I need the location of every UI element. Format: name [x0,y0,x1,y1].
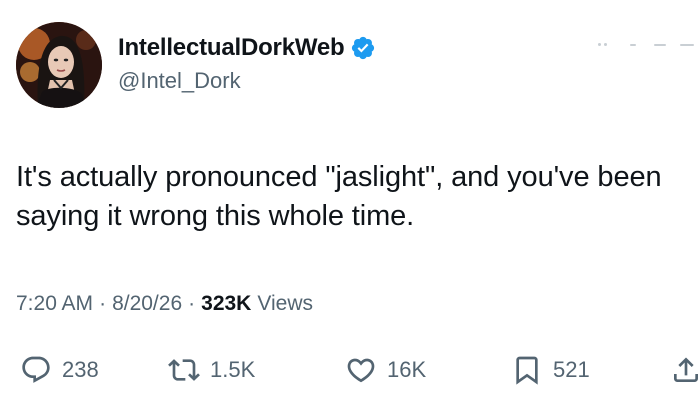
verified-badge-icon [352,36,375,60]
tweet-meta: 7:20 AM · 8/20/26 · 323K Views [16,292,313,316]
tweet-time[interactable]: 7:20 AM [16,292,93,316]
author-name-row: IntellectualDorkWeb [118,33,376,63]
reply-button[interactable]: 238 [20,350,99,390]
meta-separator: · [99,292,107,315]
action-bar: 238 1.5K 16K 521 [0,350,700,390]
share-icon [674,357,698,382]
more-options-icon[interactable] [596,36,700,56]
views-count: 323K [201,292,252,315]
retweet-count: 1.5K [210,357,256,382]
reply-icon [22,356,50,383]
meta-separator: · [188,292,196,315]
bookmark-count: 521 [553,357,590,382]
like-count: 16K [387,357,427,382]
retweet-icon [168,359,200,381]
avatar-image [16,22,102,108]
avatar[interactable] [16,22,102,108]
share-button[interactable] [670,350,700,390]
bookmark-button[interactable]: 521 [511,350,590,390]
bookmark-icon [516,356,538,385]
display-name[interactable]: IntellectualDorkWeb [118,34,345,62]
reply-count: 238 [62,357,99,382]
heart-icon [347,358,375,383]
retweet-button[interactable]: 1.5K [168,350,255,390]
tweet-card: IntellectualDorkWeb @Intel_Dork It's act… [0,0,700,401]
tweet-text: It's actually pronounced "jaslight", and… [16,161,662,232]
tweet-date[interactable]: 8/20/26 [112,292,182,316]
like-button[interactable]: 16K [345,350,426,390]
user-handle[interactable]: @Intel_Dork [118,68,241,94]
views-label: Views [257,292,313,315]
